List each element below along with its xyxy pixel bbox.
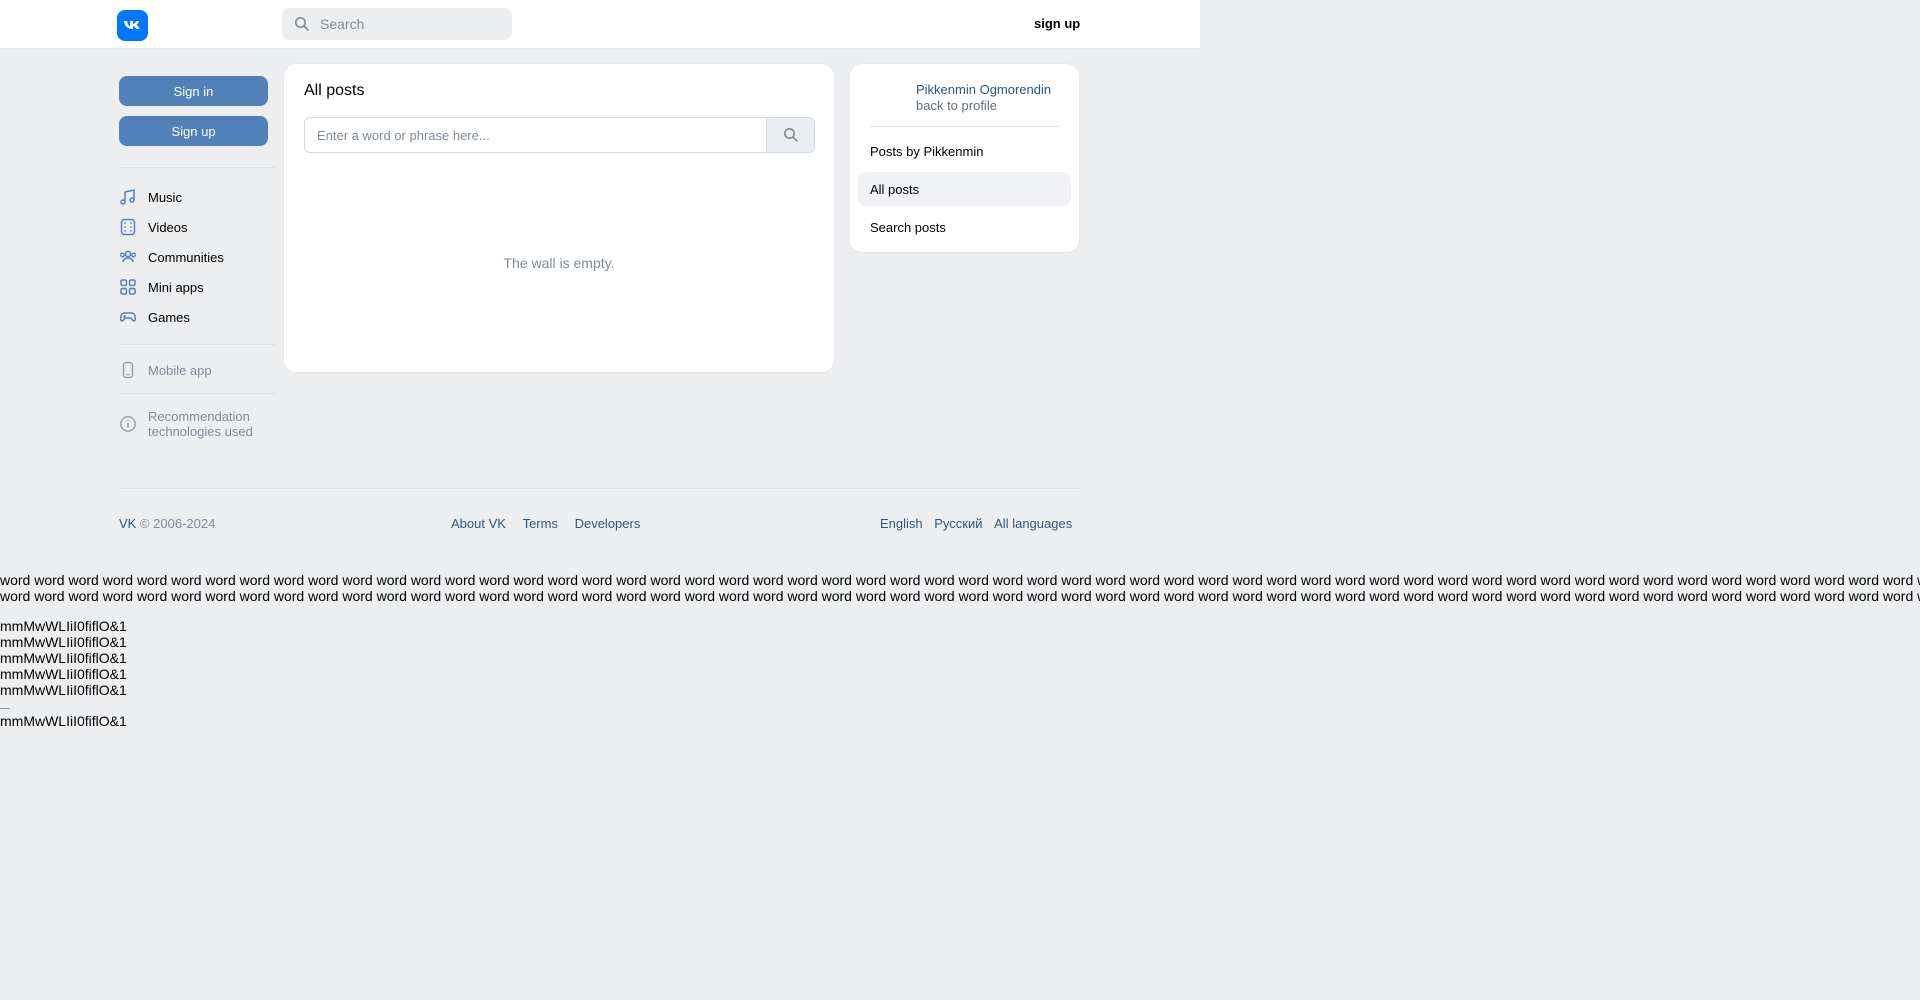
sidebar-item-label: Recommendation technologies used: [148, 409, 253, 439]
profile-menu-card: Pikkenmin Ogmorendin back to profile Pos…: [850, 64, 1079, 252]
word-test-text: word word word word word word word word …: [0, 572, 1920, 604]
developers-link[interactable]: Developers: [575, 516, 641, 531]
small-rule: [0, 708, 10, 709]
sign-up-button[interactable]: Sign up: [119, 116, 268, 146]
menu-item-search-posts[interactable]: Search posts: [858, 210, 1071, 244]
all-languages-link[interactable]: All languages: [994, 516, 1072, 531]
footer-divider: [119, 488, 1081, 489]
sidebar-item-music[interactable]: Music: [119, 186, 182, 208]
info-icon: [120, 416, 136, 432]
menu-item-posts-by-owner[interactable]: Posts by Pikkenmin: [858, 134, 1071, 168]
sidebar-item-communities[interactable]: Communities: [119, 246, 224, 268]
sidebar-item-label: Communities: [148, 249, 224, 265]
sidebar-item-label: Music: [148, 189, 182, 205]
divider: [119, 393, 275, 394]
glyph-test-text: mmMwWLIiI0fiflO&1: [0, 713, 127, 729]
wall-search-button[interactable]: [766, 118, 814, 152]
sign-in-button[interactable]: Sign in: [119, 76, 268, 106]
sidebar-item-mobile-app[interactable]: Mobile app: [119, 359, 212, 381]
sidebar-item-label: Games: [148, 309, 190, 325]
sidebar-item-label: Videos: [148, 219, 188, 235]
phone-icon: [122, 361, 134, 379]
divider: [870, 126, 1060, 127]
page-title: All posts: [304, 82, 365, 99]
search-icon: [295, 17, 309, 31]
copyright-years: © 2006-2024: [139, 516, 216, 531]
top-search-input[interactable]: [318, 15, 502, 33]
divider: [119, 344, 275, 345]
search-icon: [783, 128, 798, 142]
mini-apps-icon: [120, 279, 136, 295]
vk-logo-icon[interactable]: [117, 10, 148, 41]
video-icon: [120, 218, 136, 236]
empty-state-text: The wall is empty.: [503, 255, 615, 271]
header-signup-link[interactable]: sign up: [1034, 16, 1080, 31]
menu-item-all-posts[interactable]: All posts: [858, 172, 1071, 206]
top-search-box[interactable]: [282, 8, 512, 40]
communities-icon: [120, 250, 136, 263]
wall-search-box: [304, 117, 815, 153]
owner-name-link[interactable]: Pikkenmin Ogmorendin: [916, 82, 1051, 97]
language-english-link[interactable]: English: [880, 516, 923, 531]
sidebar-item-mini-apps[interactable]: Mini apps: [119, 276, 204, 298]
sidebar-item-label: Mini apps: [148, 279, 204, 295]
music-icon: [120, 189, 135, 205]
wall-search-input[interactable]: [305, 118, 766, 152]
footer-copyright: VK © 2006-2024: [119, 516, 215, 531]
sidebar-item-recommendations[interactable]: Recommendation technologies used: [119, 408, 253, 440]
footer-links: About VK Terms Developers: [451, 516, 640, 531]
about-link[interactable]: About VK: [451, 516, 506, 531]
top-bar: sign up: [0, 0, 1200, 49]
wall-card: All posts The wall is empty.: [284, 64, 834, 372]
terms-link[interactable]: Terms: [523, 516, 558, 531]
language-russian-link[interactable]: Русский: [934, 516, 982, 531]
divider: [119, 167, 275, 168]
gamepad-icon: [119, 312, 137, 322]
sidebar-item-games[interactable]: Games: [119, 306, 190, 328]
footer-languages: English Русский All languages: [880, 516, 1072, 531]
sidebar-item-label: Mobile app: [148, 362, 212, 378]
sidebar-item-videos[interactable]: Videos: [119, 216, 188, 238]
back-to-profile-link[interactable]: back to profile: [916, 98, 997, 113]
vk-home-link[interactable]: VK: [119, 516, 136, 531]
glyph-test-text: mmMwWLIiI0fiflO&1 mmMwWLIiI0fiflO&1 mmMw…: [0, 618, 127, 698]
